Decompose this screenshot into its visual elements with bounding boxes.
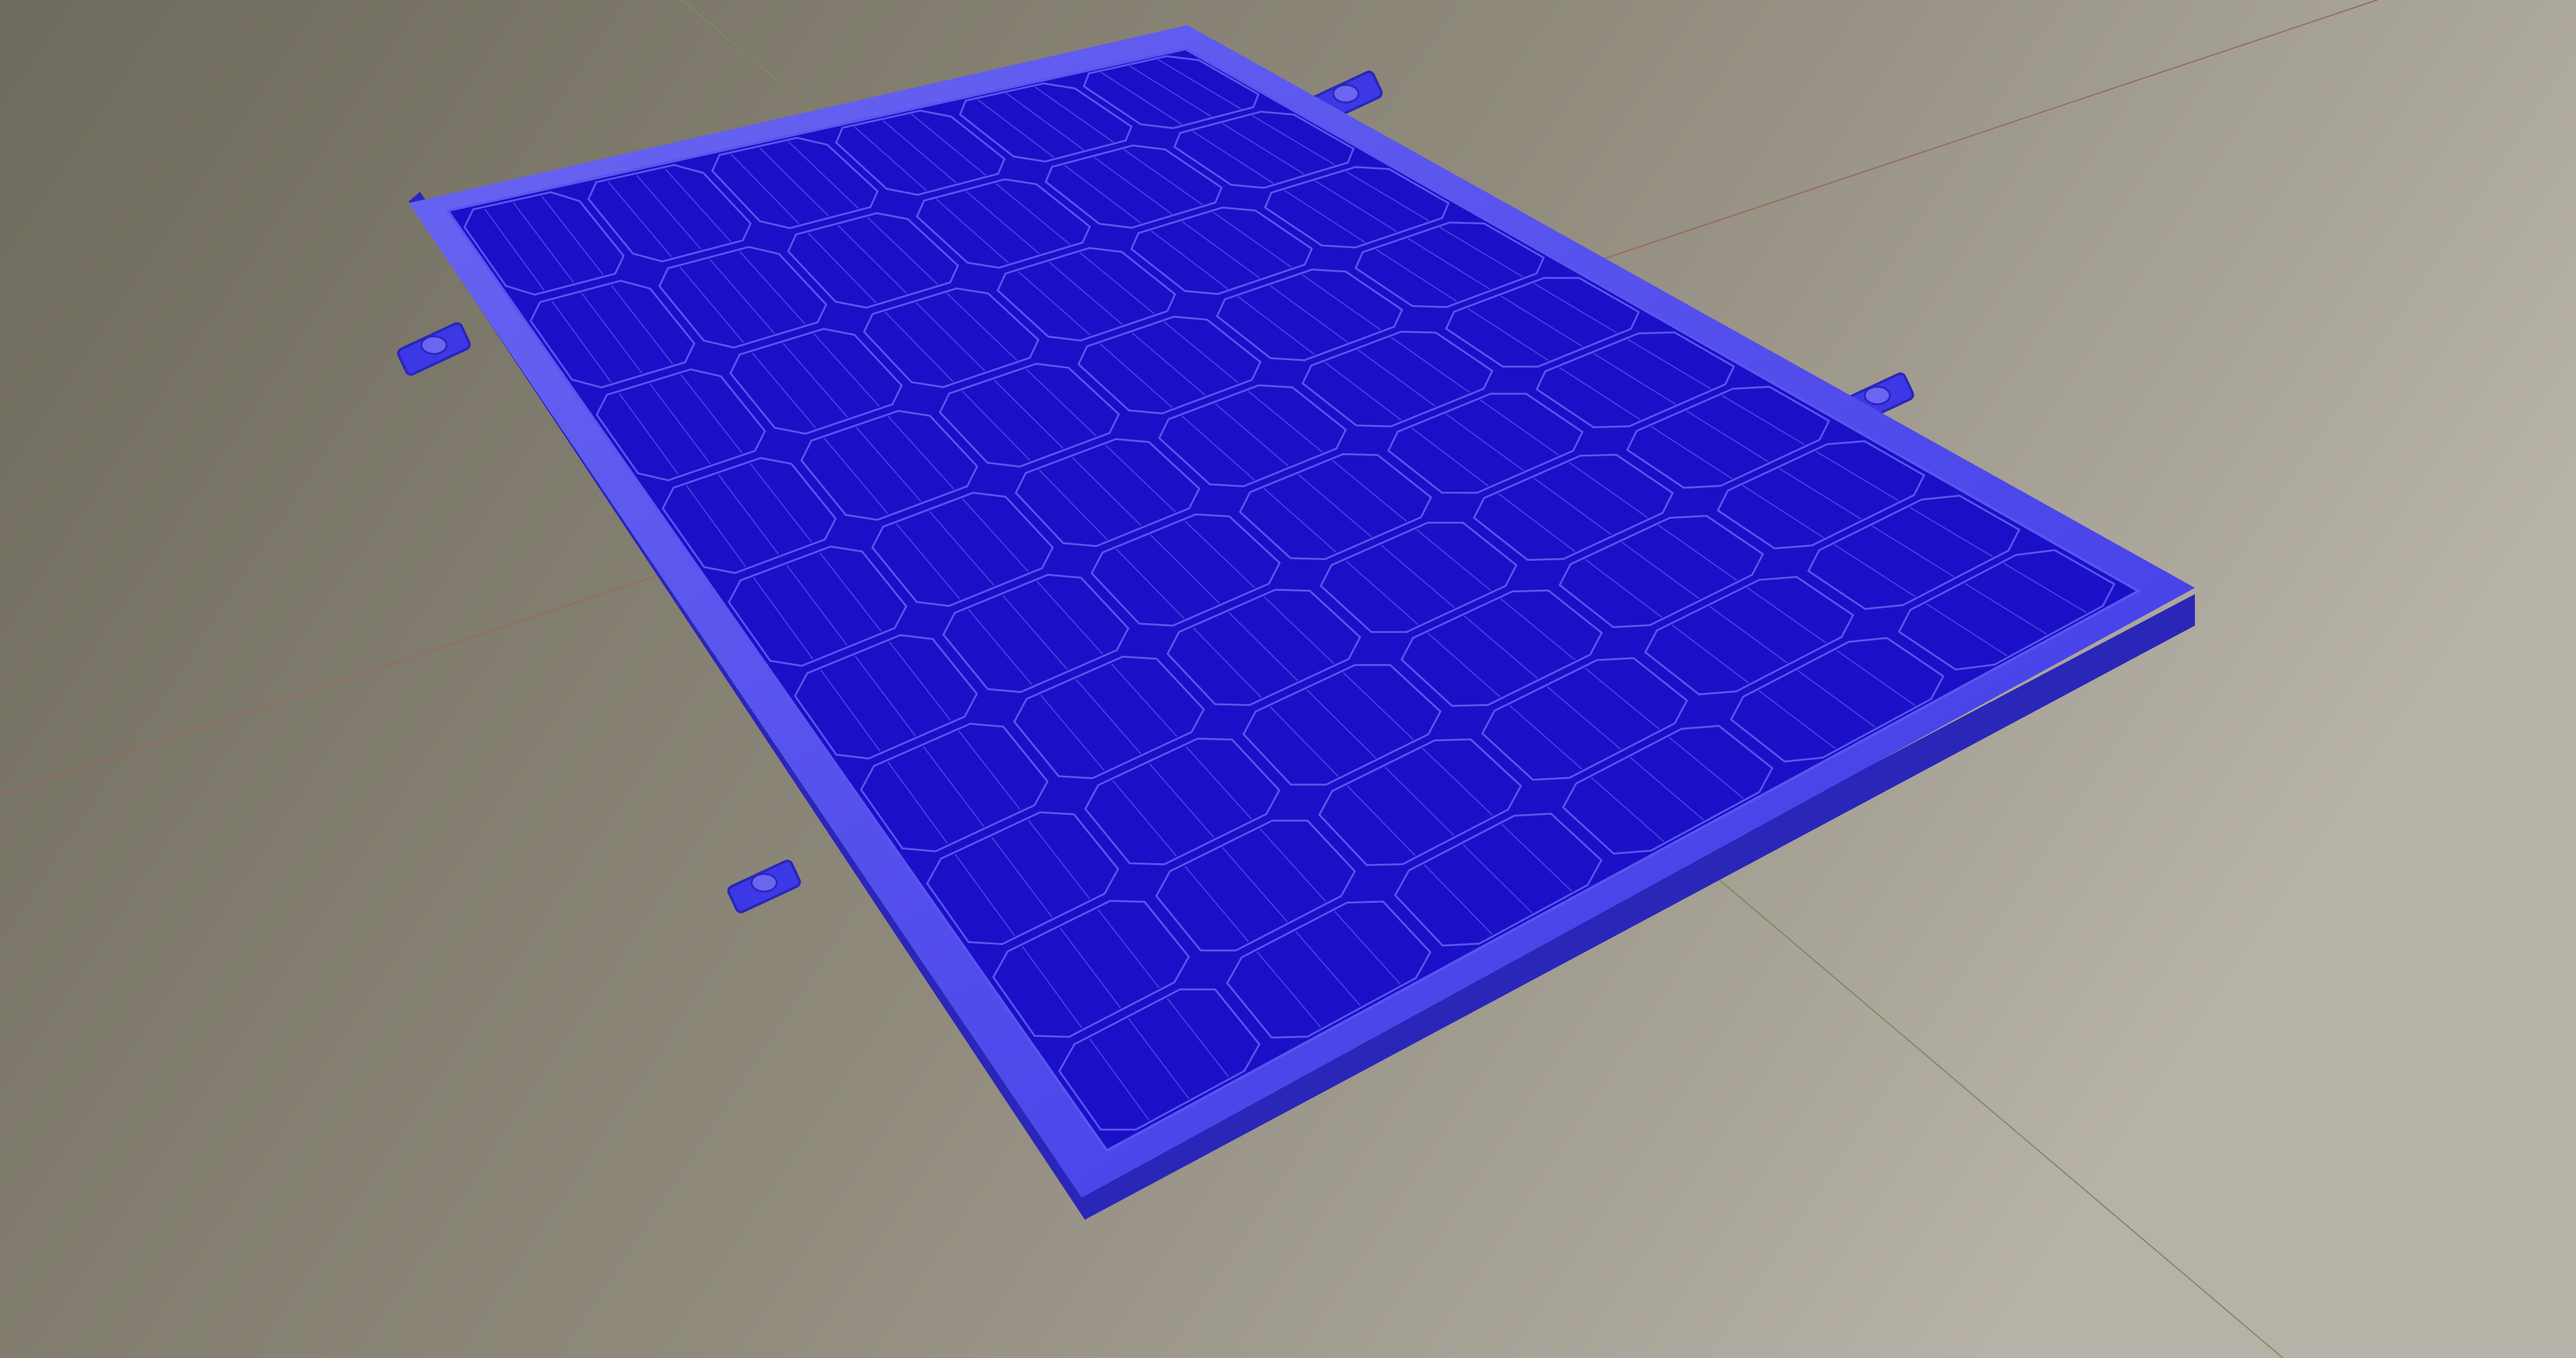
clamp-bolt [1332,84,1360,104]
3d-viewport[interactable] [0,0,2576,1358]
clamp-bolt [1863,385,1891,406]
scene-render [0,0,2576,1358]
clamp-bolt [420,335,448,355]
clamp-bolt [750,873,778,893]
